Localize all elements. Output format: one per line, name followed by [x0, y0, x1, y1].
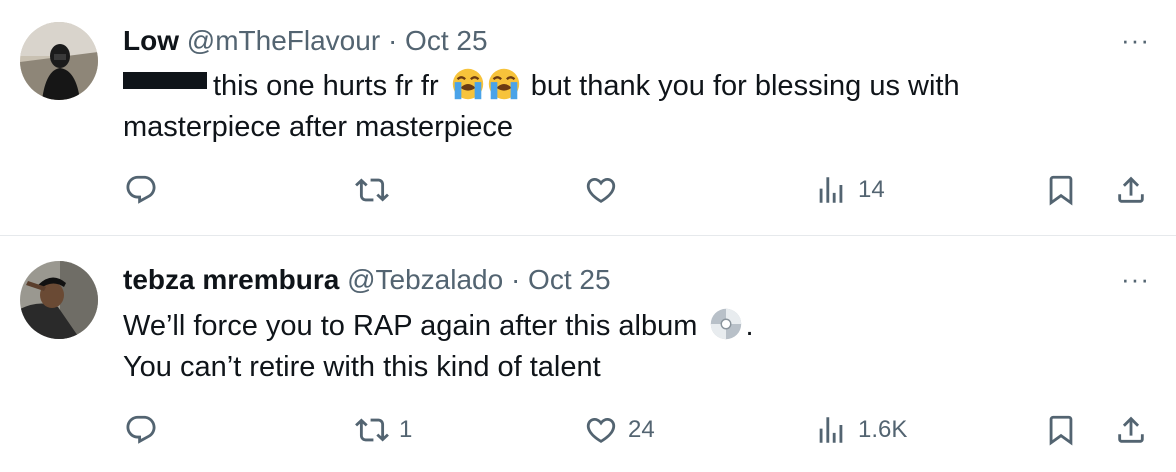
reply-button[interactable] — [124, 410, 168, 450]
tweet-header: tebza mrembura @Tebzalado · Oct 25 — [123, 263, 611, 297]
display-name[interactable]: tebza mrembura — [123, 264, 339, 295]
tweet-text: We’ll force you to RAP again after this … — [123, 305, 1123, 388]
handle[interactable]: @Tebzalado — [347, 264, 503, 295]
bookmark-icon — [1044, 413, 1078, 447]
share-icon — [1114, 413, 1148, 447]
tweet-text-part: You can’t retire with this kind of talen… — [123, 351, 601, 383]
separator: · — [510, 264, 521, 295]
view-count: 1.6K — [858, 416, 908, 443]
views-button[interactable]: 1.6K — [814, 410, 907, 450]
optical-disc-icon — [707, 305, 745, 343]
bookmark-button[interactable] — [1044, 410, 1078, 450]
tweet[interactable]: tebza mrembura @Tebzalado · Oct 25 ··· W… — [0, 0, 1176, 472]
action-bar: 1 24 1.6K — [0, 410, 1176, 450]
views-icon — [814, 413, 848, 447]
avatar[interactable] — [20, 261, 98, 339]
tweet-text-part: . — [745, 310, 754, 342]
reply-icon — [124, 413, 158, 447]
share-button[interactable] — [1114, 410, 1148, 450]
retweet-count: 1 — [399, 416, 413, 443]
like-button[interactable]: 24 — [584, 410, 655, 450]
retweet-icon — [355, 413, 389, 447]
retweet-button[interactable]: 1 — [355, 410, 412, 450]
tweet-text-part: We’ll force you to RAP again after this … — [123, 310, 698, 342]
avatar-image — [20, 261, 98, 339]
heart-icon — [584, 413, 618, 447]
more-options-icon[interactable]: ··· — [1121, 266, 1150, 292]
like-count: 24 — [628, 416, 655, 443]
timestamp[interactable]: Oct 25 — [528, 264, 610, 295]
